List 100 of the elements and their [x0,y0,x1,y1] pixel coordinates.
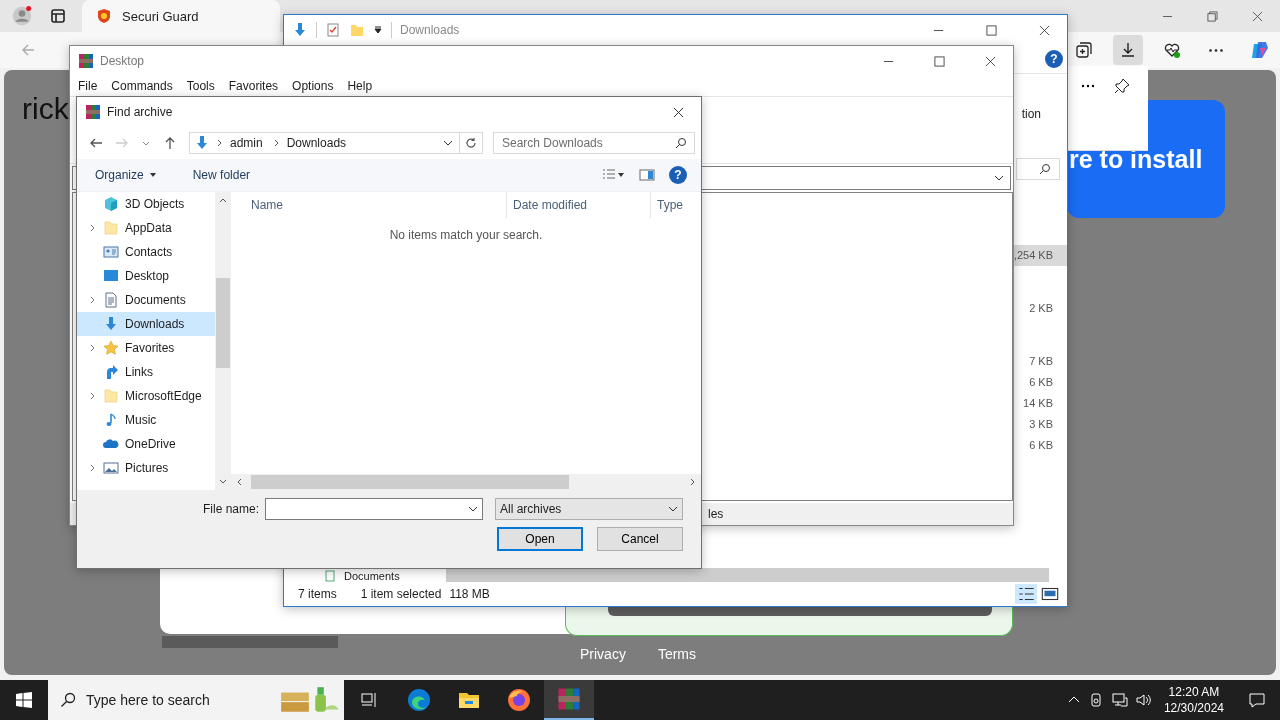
menu-item[interactable]: Commands [111,79,173,93]
preview-pane-icon[interactable] [639,167,655,183]
download-arrow-icon [103,316,119,332]
file-type-dropdown[interactable]: All archives [495,498,683,520]
organize-button[interactable]: Organize [87,165,165,185]
menu-item[interactable]: Help [347,79,373,93]
close-icon[interactable] [1039,24,1050,36]
file-size: 6 KB [1028,375,1054,390]
ribbon-label[interactable]: tion [1021,107,1041,121]
new-folder-button[interactable]: New folder [184,165,259,185]
clock[interactable]: 12:20 AM 12/30/2024 [1163,684,1224,716]
status-text: 1 item selected [360,587,442,601]
picture-icon [103,460,119,476]
notifications-icon[interactable] [1248,691,1266,709]
menu-item[interactable]: File [78,79,98,93]
folder-tree-item[interactable]: Pictures [77,456,215,480]
download-icon [1119,41,1137,59]
footer-link[interactable]: Terms [657,646,697,662]
network-icon[interactable] [1111,692,1128,708]
column-header[interactable]: Date modified [507,192,651,218]
menu-item[interactable]: Favorites [228,79,279,93]
download-arrow-icon [194,135,210,151]
search-icon [675,137,687,149]
help-icon[interactable]: ? [1045,50,1063,68]
cancel-button[interactable]: Cancel [597,527,683,551]
caret-icon[interactable] [617,171,625,179]
folder-tree-item[interactable]: AppData [77,216,215,240]
folder-tree-item[interactable]: Favorites [77,336,215,360]
file-name-label: File name: [202,502,259,516]
nav-item[interactable]: Documents [344,570,400,582]
banner-text: re to install [1069,144,1203,174]
details-view-icon[interactable] [1015,584,1037,604]
search-field[interactable] [1016,158,1060,180]
dropdown-icon[interactable] [373,25,383,35]
file-name-field[interactable] [265,498,483,520]
taskbar-search-field[interactable]: Type here to search [48,680,344,720]
windows-logo-icon [16,692,32,708]
pin-icon[interactable] [1114,78,1130,94]
scroll-right-icon[interactable] [689,478,697,486]
expand-chevron-icon[interactable] [89,296,97,304]
folder-tree-item[interactable]: OneDrive [77,432,215,456]
breadcrumb[interactable]: Downloads [286,136,347,150]
folder-tree-item[interactable]: Documents [77,288,215,312]
column-header[interactable]: Type [651,192,683,218]
search-icon [60,692,76,708]
file-size: 3 KB [1028,417,1054,432]
scroll-left-icon[interactable] [235,478,243,486]
document-icon [103,292,119,308]
folder-tree-item[interactable]: Contacts [77,240,215,264]
avatar-icon[interactable] [12,6,32,26]
tab-actions-icon[interactable] [50,8,66,24]
help-icon[interactable]: ? [669,166,687,184]
address-bar[interactable]: admin Downloads [189,132,483,154]
menu-item[interactable]: Tools [186,79,215,93]
folder-tree-item[interactable]: Music [77,408,215,432]
folder-tree-item[interactable]: MicrosoftEdge [77,384,215,408]
menu-item[interactable]: Options [292,79,334,93]
shield-icon [96,8,112,24]
properties-icon[interactable] [325,22,341,38]
scroll-down-icon[interactable] [219,478,227,486]
up-arrow-icon[interactable] [163,136,177,150]
folder-tree-item[interactable]: Links [77,360,215,384]
download-button[interactable] [1113,35,1143,65]
search-field[interactable]: Search Downloads [493,132,695,154]
monitor-icon [103,268,119,284]
cube-icon [103,196,119,212]
maximize-icon[interactable] [934,55,945,67]
status-text: 118 MB [449,587,490,601]
back-arrow-icon[interactable] [89,136,103,150]
archive-taskbar-icon[interactable] [544,680,594,720]
folder-tree-item[interactable]: Downloads [77,312,215,336]
close-icon[interactable] [985,55,996,67]
window-title: Downloads [400,23,460,37]
footer-link[interactable]: Privacy [580,646,626,662]
restore-icon[interactable] [1207,10,1218,22]
chevron-down-icon[interactable] [443,138,453,148]
column-header[interactable]: Name [231,192,507,218]
empty-message: No items match your search. [388,228,544,242]
vertical-scrollbar[interactable] [215,192,231,490]
status-text: 7 items [298,587,337,601]
expand-chevron-icon[interactable] [89,344,97,352]
browser-tab[interactable]: Securi Guard [82,0,280,32]
close-icon[interactable] [673,106,684,118]
collections-icon [1075,41,1093,59]
expand-chevron-icon[interactable] [89,464,97,472]
expand-chevron-icon[interactable] [89,224,97,232]
expand-chevron-icon[interactable] [89,392,97,400]
dialog-title: Find archive [107,105,173,119]
volume-icon[interactable] [1135,692,1152,708]
horizontal-scrollbar[interactable] [231,474,701,490]
horizontal-scrollbar[interactable] [446,568,1049,582]
maximize-icon[interactable] [986,24,997,36]
chevron-down-icon [994,173,1004,183]
search-icon [1039,163,1051,175]
folder-tree-item[interactable]: Desktop [77,264,215,288]
chevron-down-icon [668,504,678,514]
open-button[interactable]: Open [497,527,583,551]
folder-tree-item[interactable]: 3D Objects [77,192,215,216]
scroll-up-icon[interactable] [219,196,227,204]
breadcrumb[interactable]: admin [230,136,263,150]
